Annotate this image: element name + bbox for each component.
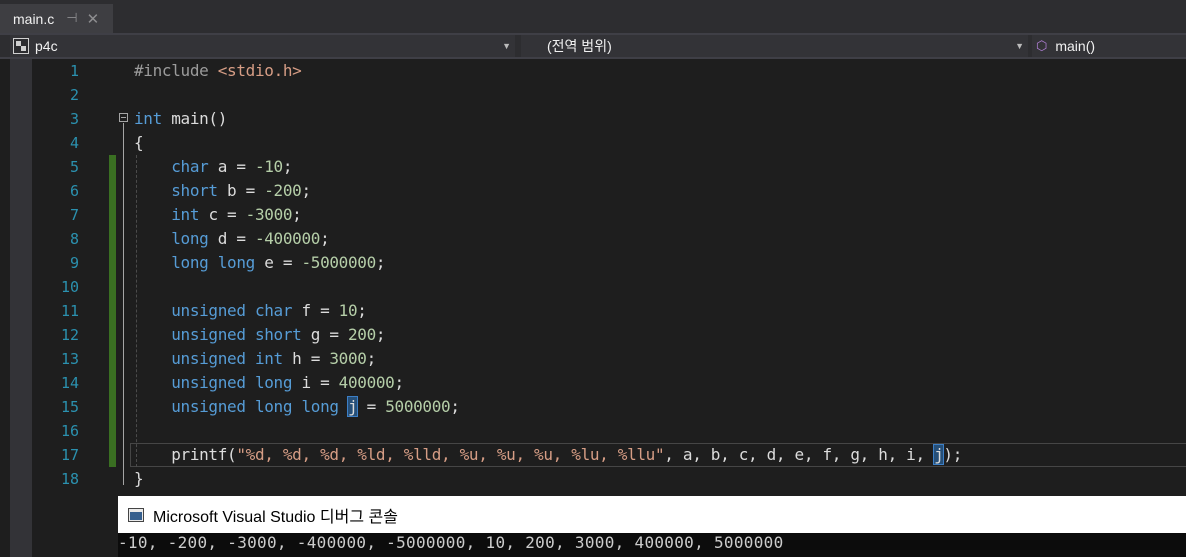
console-output-line: -10, -200, -3000, -400000, -5000000, 10,… (118, 533, 784, 552)
line-number: 18 (60, 470, 79, 488)
line-number: 8 (69, 230, 79, 248)
change-indicator (109, 155, 116, 179)
change-indicator (109, 419, 116, 443)
project-name: p4c (35, 38, 58, 54)
scope-name: (전역 범위) (547, 38, 612, 54)
close-icon[interactable]: ✕ (87, 10, 100, 28)
change-indicator (109, 275, 116, 299)
code-line: 8 long d = -400000; (0, 227, 1186, 251)
debug-console-titlebar[interactable]: Microsoft Visual Studio 디버그 콘솔 (118, 496, 1186, 533)
code-text[interactable]: long long e = -5000000; (134, 251, 385, 275)
change-indicator (109, 371, 116, 395)
tab-main-c[interactable]: main.c ⊣ ✕ (0, 4, 113, 33)
line-number: 16 (60, 422, 79, 440)
code-text[interactable]: printf("%d, %d, %d, %ld, %lld, %u, %u, %… (134, 443, 962, 467)
line-number: 9 (69, 254, 79, 272)
code-text[interactable]: { (134, 131, 144, 155)
code-line: 12 unsigned short g = 200; (0, 323, 1186, 347)
change-indicator (109, 395, 116, 419)
scope-dropdown[interactable]: (전역 범위) ▼ (521, 35, 1028, 57)
change-indicator (109, 323, 116, 347)
change-indicator (109, 203, 116, 227)
function-cube-icon: ⬡ (1036, 38, 1048, 53)
code-line: 11 unsigned char f = 10; (0, 299, 1186, 323)
code-line: 4 { (0, 131, 1186, 155)
line-number: 7 (69, 206, 79, 224)
code-text[interactable]: unsigned char f = 10; (134, 299, 367, 323)
code-line: 2 (0, 83, 1186, 107)
code-line: 9 long long e = -5000000; (0, 251, 1186, 275)
tab-title: main.c (13, 10, 55, 27)
line-number: 15 (60, 398, 79, 416)
highlighted-symbol: j (933, 444, 945, 465)
line-number: 17 (60, 446, 79, 464)
code-line: 18 } (0, 467, 1186, 491)
debug-console-title: Microsoft Visual Studio 디버그 콘솔 (153, 508, 398, 526)
line-number: 5 (69, 158, 79, 176)
code-line: 16 (0, 419, 1186, 443)
chevron-down-icon: ▼ (1015, 41, 1024, 51)
code-line: 1 #include <stdio.h> (0, 59, 1186, 83)
line-number: 2 (69, 86, 79, 104)
code-editor[interactable]: 1 #include <stdio.h> 2 3 int main() 4 { … (0, 59, 1186, 557)
code-line: 10 (0, 275, 1186, 299)
code-text[interactable]: char a = -10; (134, 155, 292, 179)
pin-icon[interactable]: ⊣ (66, 11, 77, 26)
console-window-icon (128, 507, 144, 522)
change-indicator (109, 227, 116, 251)
code-text[interactable]: unsigned long i = 400000; (134, 371, 404, 395)
code-text[interactable]: #include <stdio.h> (134, 59, 302, 83)
line-number: 4 (69, 134, 79, 152)
project-icon (13, 38, 29, 54)
code-line: 15 unsigned long long j = 5000000; (0, 395, 1186, 419)
line-number: 3 (69, 110, 79, 128)
code-line: 5 char a = -10; (0, 155, 1186, 179)
change-indicator (109, 251, 116, 275)
line-number: 12 (60, 326, 79, 344)
code-text[interactable]: int c = -3000; (134, 203, 302, 227)
chevron-down-icon: ▼ (502, 41, 511, 51)
member-name: main() (1055, 38, 1096, 54)
change-indicator (109, 299, 116, 323)
code-line: 13 unsigned int h = 3000; (0, 347, 1186, 371)
line-number: 10 (60, 278, 79, 296)
code-line: 7 int c = -3000; (0, 203, 1186, 227)
project-dropdown[interactable]: p4c ▼ (10, 35, 515, 57)
line-number: 1 (69, 62, 79, 80)
line-number: 14 (60, 374, 79, 392)
code-text[interactable]: long d = -400000; (134, 227, 330, 251)
code-text[interactable]: unsigned short g = 200; (134, 323, 385, 347)
highlighted-symbol: j (346, 396, 359, 417)
member-dropdown[interactable]: ⬡ main() (1032, 35, 1186, 57)
navigation-bar: p4c ▼ (전역 범위) ▼ ⬡ main() (0, 35, 1186, 59)
debug-console-output[interactable]: -10, -200, -3000, -400000, -5000000, 10,… (118, 533, 1186, 557)
line-number: 13 (60, 350, 79, 368)
code-line: 17 printf("%d, %d, %d, %ld, %lld, %u, %u… (0, 443, 1186, 467)
line-number: 11 (60, 302, 79, 320)
code-text[interactable]: } (134, 467, 144, 491)
code-text[interactable]: unsigned long long j = 5000000; (134, 395, 460, 419)
code-line: 6 short b = -200; (0, 179, 1186, 203)
code-line: 3 int main() (0, 107, 1186, 131)
line-number: 6 (69, 182, 79, 200)
document-tab-strip: main.c ⊣ ✕ (0, 0, 1186, 35)
code-text[interactable]: unsigned int h = 3000; (134, 347, 376, 371)
change-indicator (109, 347, 116, 371)
code-text[interactable]: short b = -200; (134, 179, 311, 203)
code-line: 14 unsigned long i = 400000; (0, 371, 1186, 395)
change-indicator (109, 179, 116, 203)
change-indicator (109, 443, 116, 467)
code-text[interactable]: int main() (134, 107, 227, 131)
